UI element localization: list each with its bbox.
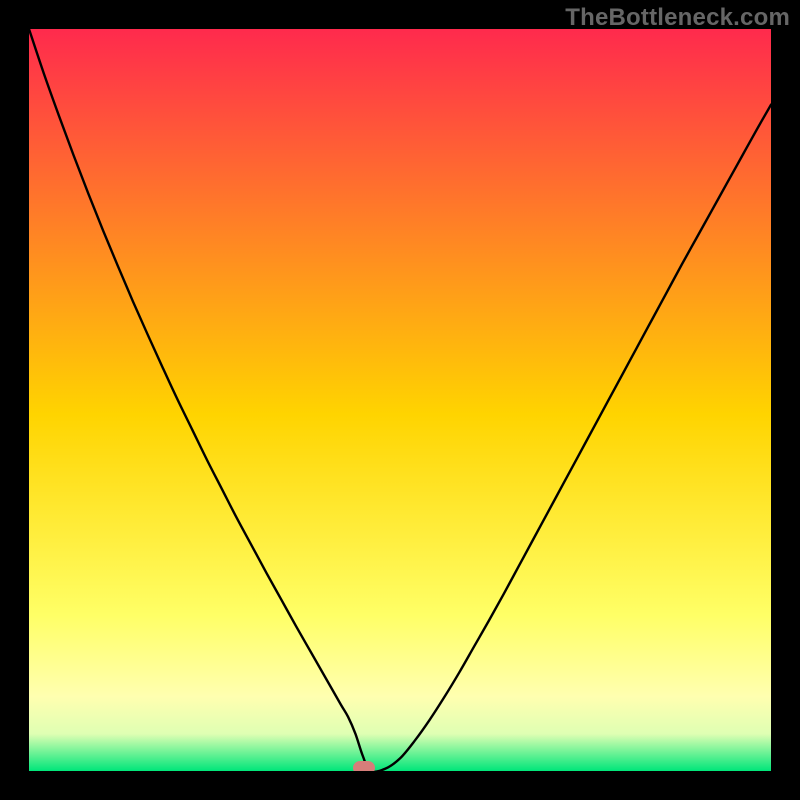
gradient-background [29, 29, 771, 771]
watermark-text: TheBottleneck.com [565, 4, 790, 32]
plot-area [29, 29, 771, 771]
image-root: TheBottleneck.com [0, 0, 800, 800]
optimum-marker [353, 761, 375, 771]
chart-svg [29, 29, 771, 771]
